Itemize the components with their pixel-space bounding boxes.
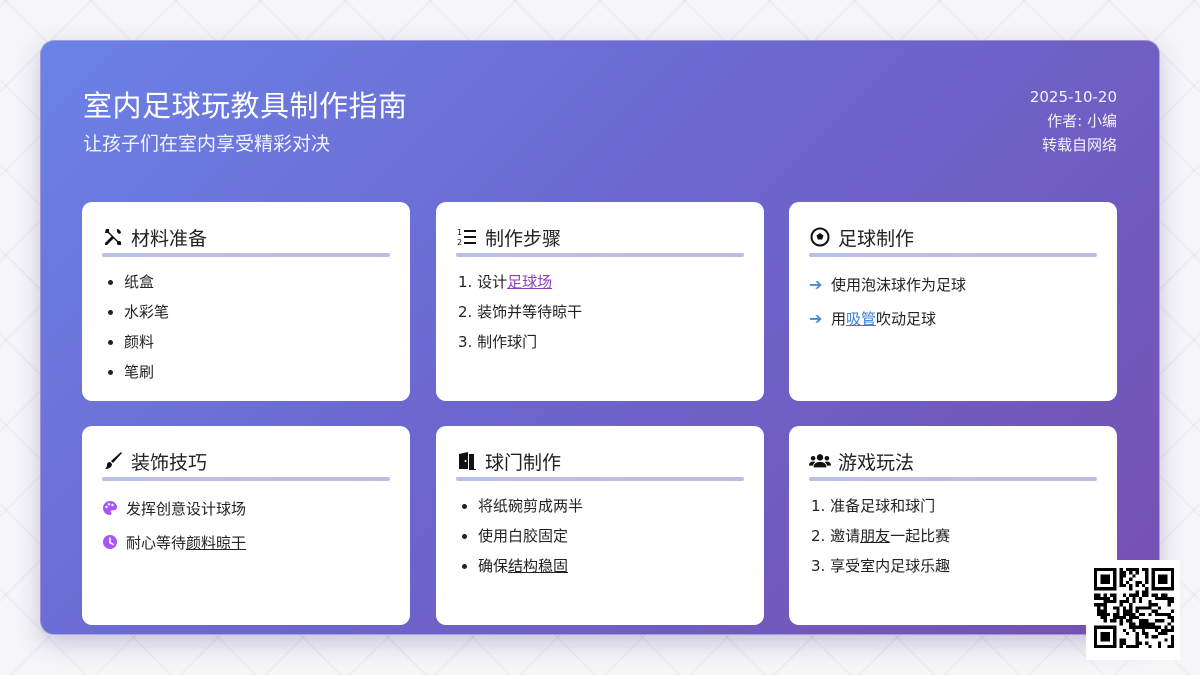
- item-text: 用: [831, 309, 847, 328]
- author: 作者: 小编: [1047, 112, 1117, 130]
- meta-info: 2025-10-20 作者: 小编 转载自网络: [1030, 85, 1117, 157]
- list-item: 发挥创意设计球场: [102, 491, 390, 525]
- item-text: 吹动足球: [876, 309, 937, 328]
- page-subtitle: 让孩子们在室内享受精彩对决: [83, 133, 331, 155]
- svg-text:1: 1: [457, 228, 462, 237]
- palette-icon: [102, 500, 126, 516]
- straw-link[interactable]: 吸管: [846, 308, 876, 329]
- title-underline: [102, 253, 390, 257]
- soccer-ball-icon: [809, 226, 831, 248]
- card-title: 材料准备: [131, 227, 208, 250]
- qr-code: [1086, 560, 1180, 660]
- tools-icon: [102, 226, 124, 248]
- item-text: 确保: [478, 557, 509, 575]
- users-icon: [809, 450, 831, 472]
- step-text: 1. 设计: [458, 273, 508, 291]
- list-item: 1. 设计足球场: [458, 267, 744, 297]
- arrow-right-icon: ➔: [809, 274, 823, 294]
- source-note: 转载自网络: [1041, 136, 1117, 154]
- card-decor: 装饰技巧 发挥创意设计球场 耐心等待 颜料晾干: [82, 426, 410, 625]
- card-play: 游戏玩法 1. 准备足球和球门 2. 邀请朋友一起比赛 3. 享受室内足球乐趣: [789, 426, 1117, 625]
- list-item: 水彩笔: [124, 297, 390, 327]
- list-item: 使用白胶固定: [478, 521, 744, 551]
- title-underline: [456, 477, 744, 481]
- sturdy-structure-link[interactable]: 结构稳固: [508, 557, 568, 575]
- friends-link[interactable]: 朋友: [860, 527, 890, 545]
- card-title: 制作步骤: [485, 227, 562, 250]
- title-underline: [809, 253, 1097, 257]
- list-item: 确保结构稳固: [478, 551, 744, 581]
- card-goal: 球门制作 将纸碗剪成两半 使用白胶固定 确保结构稳固: [436, 426, 764, 625]
- paint-dry-link[interactable]: 颜料晾干: [186, 532, 246, 553]
- card-materials: 材料准备 纸盒 水彩笔 颜料 笔刷: [82, 202, 410, 401]
- list-item: 3. 享受室内足球乐趣: [811, 557, 951, 575]
- card-ball: 足球制作 ➔ 使用泡沫球作为足球 ➔ 用吸管 吹动足球: [789, 202, 1117, 401]
- list-item: 3. 制作球门: [458, 333, 538, 351]
- card-title: 装饰技巧: [131, 451, 208, 474]
- list-item: 将纸碗剪成两半: [478, 491, 744, 521]
- list-item: 1. 准备足球和球门: [811, 497, 936, 515]
- card-title: 足球制作: [838, 227, 915, 250]
- page-title: 室内足球玩教具制作指南: [83, 89, 408, 123]
- title-underline: [456, 253, 744, 257]
- list-item: 纸盒: [124, 267, 390, 297]
- arrow-right-icon: ➔: [809, 308, 823, 328]
- list-item: 耐心等待 颜料晾干: [102, 525, 390, 559]
- list-item: 笔刷: [124, 357, 390, 387]
- item-text: 一起比赛: [890, 527, 951, 545]
- item-text: 使用泡沫球作为足球: [831, 275, 967, 294]
- item-text: 2. 邀请: [811, 527, 861, 545]
- svg-text:2: 2: [457, 238, 462, 247]
- door-icon: [456, 450, 478, 472]
- item-text: 耐心等待: [126, 533, 187, 552]
- list-item: ➔ 用吸管 吹动足球: [809, 301, 1097, 335]
- title-underline: [809, 477, 1097, 481]
- title-underline: [102, 477, 390, 481]
- list-item: 颜料: [124, 327, 390, 357]
- card-title: 球门制作: [485, 451, 562, 474]
- publish-date: 2025-10-20: [1029, 88, 1117, 106]
- card-steps: 12 制作步骤 1. 设计足球场 2. 装饰并等待晾干 3. 制作球门: [436, 202, 764, 401]
- list-item: 2. 邀请朋友一起比赛: [811, 521, 1097, 551]
- list-item: ➔ 使用泡沫球作为足球: [809, 267, 1097, 301]
- football-field-link[interactable]: 足球场: [507, 273, 552, 291]
- numbered-list-icon: 12: [456, 226, 478, 248]
- clock-icon: [102, 534, 126, 550]
- card-title: 游戏玩法: [838, 451, 915, 474]
- paintbrush-icon: [102, 450, 124, 472]
- list-item: 2. 装饰并等待晾干: [458, 303, 583, 321]
- item-text: 发挥创意设计球场: [126, 499, 247, 518]
